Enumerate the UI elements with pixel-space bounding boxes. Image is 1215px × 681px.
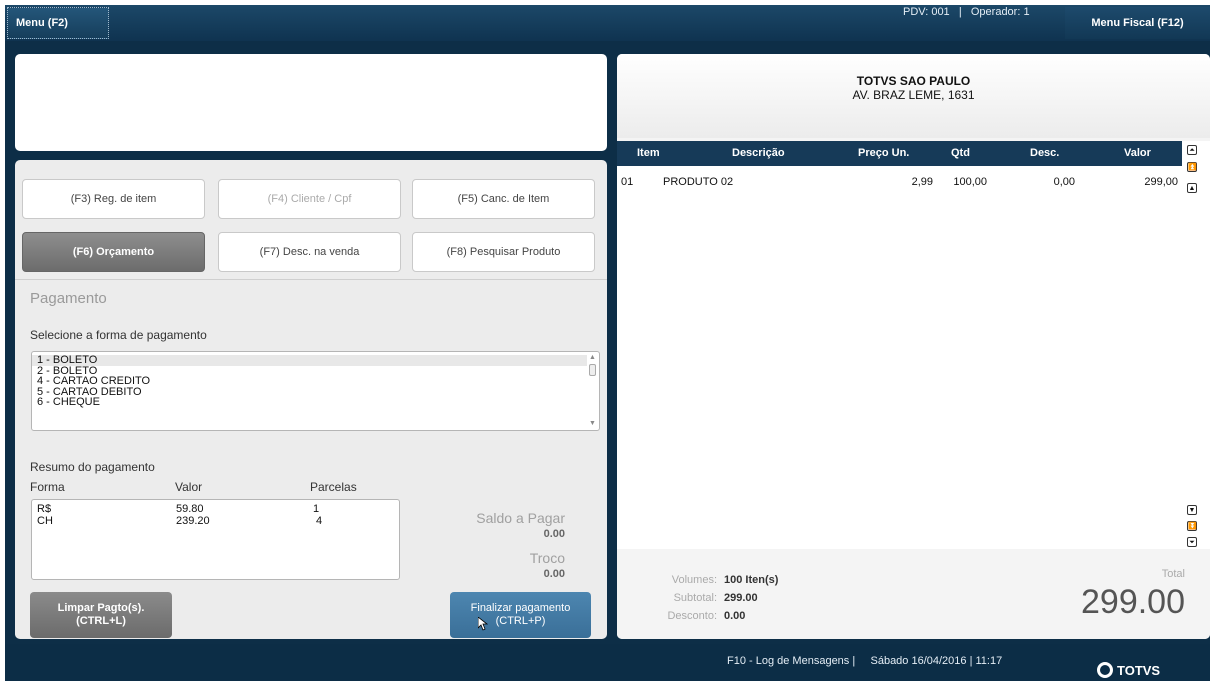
- finalizar-pagamento-button[interactable]: Finalizar pagamento (CTRL+P): [450, 592, 591, 638]
- payment-summary-box: R$ 59.80 1 CH 239.20 4: [31, 499, 400, 580]
- payment-valor: 239.20: [176, 515, 210, 527]
- col-valor-header: Valor: [175, 480, 203, 494]
- payment-row[interactable]: CH 239.20 4: [32, 515, 399, 527]
- menu-button[interactable]: Menu (F2): [7, 7, 109, 39]
- scroll-page-down-icon[interactable]: ⏬: [1187, 521, 1197, 531]
- payment-option[interactable]: 5 - CARTAO DEBITO: [32, 386, 599, 398]
- canc-item-button[interactable]: (F5) Canc. de Item: [412, 179, 595, 219]
- section-divider: [15, 279, 607, 280]
- list-scrollbar[interactable]: ▲ ▼: [588, 354, 597, 428]
- total-label: Total: [1161, 568, 1185, 580]
- finalizar-label: Finalizar pagamento: [470, 602, 571, 614]
- payment-select-label: Selecione a forma de pagamento: [30, 328, 207, 342]
- cliente-cpf-button[interactable]: (F4) Cliente / Cpf: [218, 179, 401, 219]
- function-and-payment-panel: (F3) Reg. de item (F4) Cliente / Cpf (F5…: [15, 160, 607, 639]
- troco-value: 0.00: [543, 568, 565, 580]
- mouse-pointer-icon: [478, 617, 488, 631]
- pdv-app: Menu (F2) PDV: 001 | Operador: 1 Menu Fi…: [5, 5, 1210, 681]
- reg-item-button[interactable]: (F3) Reg. de item: [22, 179, 205, 219]
- scroll-first-icon[interactable]: ⏶: [1187, 145, 1197, 155]
- volumes-label: Volumes:: [671, 574, 717, 586]
- header-item: Item: [637, 147, 660, 159]
- payment-option[interactable]: 4 - CARTAO CREDITO: [32, 376, 599, 387]
- menu-fiscal-button[interactable]: Menu Fiscal (F12): [1065, 7, 1210, 39]
- col-parcelas-header: Parcelas: [310, 480, 357, 494]
- totvs-logo-text: TOTVS: [1117, 662, 1161, 678]
- saldo-value: 0.00: [543, 528, 565, 540]
- payment-option[interactable]: 6 - CHEQUE: [32, 397, 599, 408]
- sale-panel: TOTVS SAO PAULO AV. BRAZ LEME, 1631 Item…: [617, 54, 1210, 639]
- desconto-label: Desconto:: [667, 610, 717, 622]
- status-text: F10 - Log de Mensagens | Sábado 16/04/20…: [727, 655, 1003, 667]
- header-descricao: Descrição: [732, 147, 785, 159]
- desconto-value: 0.00: [724, 610, 746, 622]
- resumo-label: Resumo do pagamento: [30, 460, 155, 474]
- finalizar-shortcut: (CTRL+P): [495, 615, 546, 627]
- desc-venda-button[interactable]: (F7) Desc. na venda: [218, 232, 401, 272]
- row-item: 01: [621, 176, 634, 188]
- row-descricao: PRODUTO 02: [663, 176, 734, 188]
- scroll-thumb[interactable]: [589, 364, 596, 376]
- payment-parcelas: 4: [316, 515, 323, 527]
- payment-forma: R$: [37, 503, 52, 515]
- col-forma-header: Forma: [30, 480, 65, 494]
- items-table-body: 01 PRODUTO 02 2,99 100,00 0,00 299,00: [617, 166, 1182, 549]
- status-bar: F10 - Log de Mensagens | Sábado 16/04/20…: [5, 644, 1210, 681]
- store-header: TOTVS SAO PAULO AV. BRAZ LEME, 1631: [617, 54, 1210, 138]
- header-qtd: Qtd: [951, 147, 970, 159]
- scroll-down-icon[interactable]: ▼: [588, 420, 597, 428]
- header-valor: Valor: [1124, 147, 1151, 159]
- scroll-up-icon[interactable]: ▲: [1187, 183, 1197, 193]
- sale-summary: Volumes: 100 Iten(s) Subtotal: 299.00 De…: [617, 554, 1210, 639]
- row-valor: 299,00: [1144, 176, 1178, 188]
- total-value: 299.00: [1081, 583, 1185, 621]
- limpar-label: Limpar Pagto(s).: [57, 602, 145, 614]
- subtotal-value: 299.00: [724, 592, 758, 604]
- row-desc: 0,00: [1053, 176, 1075, 188]
- header-preco: Preço Un.: [858, 147, 910, 159]
- store-address: AV. BRAZ LEME, 1631: [852, 88, 975, 102]
- message-display-area: [15, 54, 607, 151]
- row-preco: 2,99: [911, 176, 933, 188]
- subtotal-label: Subtotal:: [673, 592, 717, 604]
- saldo-label: Saldo a Pagar: [476, 510, 565, 526]
- top-bar: Menu (F2) PDV: 001 | Operador: 1 Menu Fi…: [5, 5, 1210, 41]
- row-qtd: 100,00: [953, 176, 987, 188]
- pesquisar-produto-button[interactable]: (F8) Pesquisar Produto: [412, 232, 595, 272]
- limpar-pagamentos-button[interactable]: Limpar Pagto(s). (CTRL+L): [30, 592, 172, 638]
- scroll-page-up-icon[interactable]: ⏫: [1187, 162, 1197, 172]
- pdv-operator-info: PDV: 001 | Operador: 1: [903, 6, 1030, 18]
- store-name: TOTVS SAO PAULO: [856, 74, 971, 88]
- troco-label: Troco: [529, 550, 565, 566]
- scroll-down-icon[interactable]: ▼: [1187, 505, 1197, 515]
- payment-parcelas: 1: [313, 503, 320, 515]
- totvs-logo-icon: [1097, 662, 1113, 678]
- scroll-last-icon[interactable]: ⏷: [1187, 537, 1197, 547]
- totvs-logo: TOTVS: [1097, 662, 1160, 678]
- payment-row[interactable]: R$ 59.80 1: [32, 503, 399, 515]
- header-desc: Desc.: [1030, 147, 1060, 159]
- payment-title: Pagamento: [30, 290, 107, 307]
- scroll-up-icon[interactable]: ▲: [588, 354, 597, 362]
- table-scrollbar: ⏶ ⏫ ▲ ▼ ⏬ ⏷: [1182, 141, 1210, 549]
- payment-forma: CH: [37, 515, 53, 527]
- limpar-shortcut: (CTRL+L): [76, 615, 126, 627]
- payment-valor: 59.80: [176, 503, 204, 515]
- payment-option[interactable]: 1 - BOLETO: [32, 355, 587, 366]
- payment-method-list[interactable]: 1 - BOLETO 2 - BOLETO 4 - CARTAO CREDITO 5 …: [31, 351, 600, 431]
- orcamento-button[interactable]: (F6) Orçamento: [22, 232, 205, 272]
- items-table-header: Item Descrição Preço Un. Qtd Desc. Valor: [617, 141, 1210, 166]
- volumes-value: 100 Iten(s): [724, 574, 779, 586]
